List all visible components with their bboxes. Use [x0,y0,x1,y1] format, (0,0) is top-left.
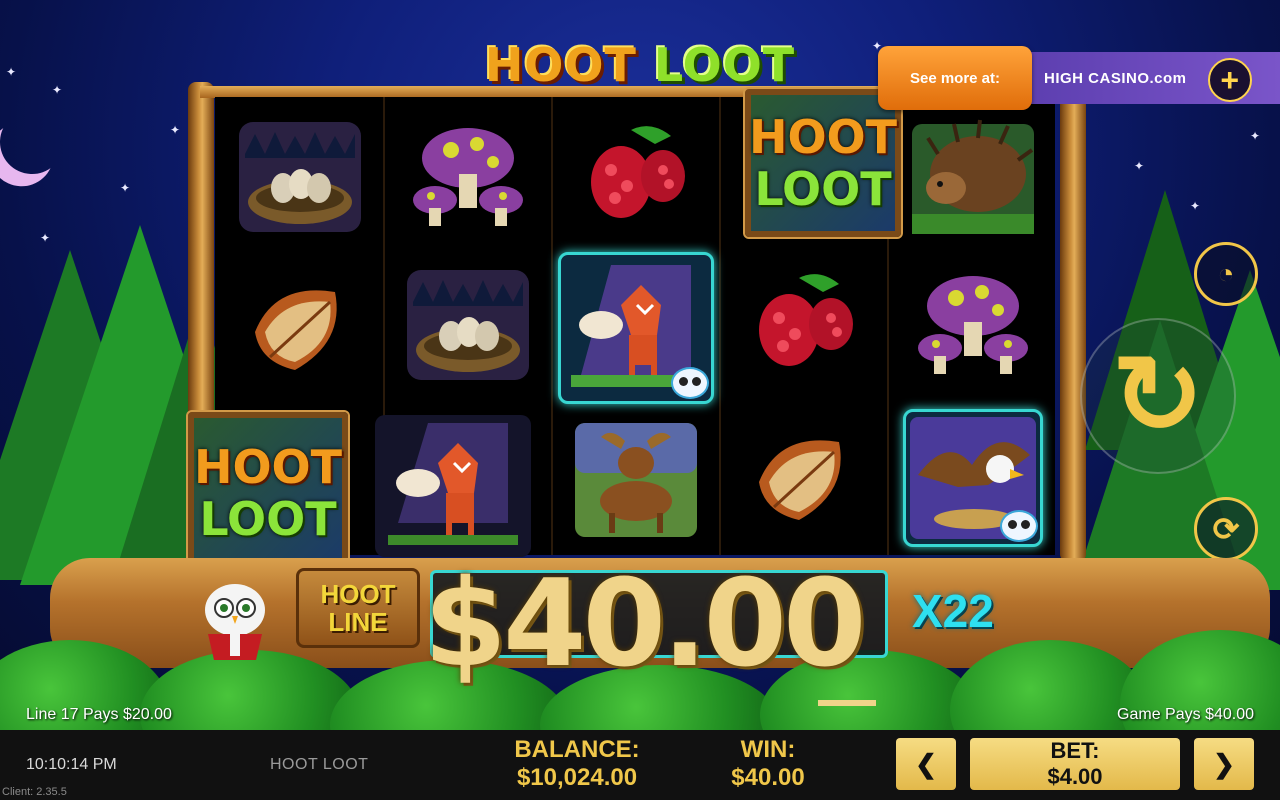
wild-text-loot: LOOT [754,162,892,216]
hoot-line-text-1: HOOT [320,579,396,609]
balance-display: BALANCE: $10,024.00 [500,736,654,792]
balance-value: $10,024.00 [516,764,638,791]
game-logo: HOOT LOOT [480,38,800,92]
bet-display[interactable]: BET: $4.00 [970,738,1180,790]
win-value: $40.00 [731,764,805,791]
logo-hoot: HOOT [484,38,637,92]
star: ✦ [6,65,17,79]
promo-label: See more at: [909,69,1001,87]
bet-increase-button[interactable]: ❯ [1194,738,1254,790]
win-multiplier: X22 [912,585,994,637]
spin-button[interactable]: ↻ [1080,318,1236,474]
clock: 10:10:14 PM [26,756,117,773]
symbol-mushrooms [398,109,538,245]
plus-icon[interactable]: + [1208,58,1252,102]
client-version: Client: 2.35.5 [2,786,67,798]
balance-label: BALANCE: [514,736,640,763]
logo-loot: LOOT [653,38,796,92]
win-display: WIN: $40.00 [714,736,822,792]
reel-divider [719,97,721,555]
symbol-moose [566,412,706,548]
speedometer-icon[interactable]: ◔ [1194,242,1258,306]
owl-mascot-icon [205,584,265,660]
hoot-line-text-2: LINE [328,607,388,637]
star: ✦ [1250,129,1261,143]
promo-banner[interactable]: HIGH CASINO.com + See more at: [878,46,1280,110]
symbol-nest [398,257,538,393]
symbol-fox-highlighted [558,252,714,404]
symbol-nest [230,109,370,245]
game-pays-text: Game Pays $40.00 [1117,706,1254,723]
win-underline [818,700,876,706]
owl-badge-icon [1000,510,1038,542]
star: ✦ [1134,159,1145,173]
bet-label: BET: [1050,738,1100,763]
bet-value: $4.00 [1047,764,1103,789]
frame-post-right [1060,82,1086,562]
star: ✦ [120,181,131,195]
symbol-leaf [734,407,874,543]
symbol-mushrooms [903,257,1043,393]
win-label: WIN: [740,736,796,763]
promo-brand[interactable]: HIGH CASINO.com + [1030,52,1280,104]
bet-decrease-button[interactable]: ❮ [896,738,956,790]
wild-text-loot: LOOT [199,492,337,546]
star: ✦ [52,83,63,97]
symbol-fox [375,415,531,557]
promo-see-more[interactable]: See more at: [878,46,1032,110]
symbol-leaf [230,257,370,393]
symbol-wild-hoot-loot: HOOT LOOT [188,412,348,574]
wild-text-hoot: HOOT [748,110,898,164]
symbol-raspberry [566,109,706,245]
big-win-amount: $40.00 [423,555,866,694]
star: ✦ [170,123,181,137]
moon-icon [0,101,73,183]
reel-divider [551,97,553,555]
symbol-eagle-highlighted [903,409,1043,547]
spin-arrow-icon: ↻ [1111,334,1205,457]
owl-badge-icon [671,367,709,399]
promo-brand-text: HIGH CASINO.com [1044,69,1187,87]
symbol-wild-hoot-loot: HOOT LOOT [745,89,901,237]
game-name: HOOT LOOT [270,756,369,773]
symbol-porcupine [903,109,1043,245]
wild-text-hoot: HOOT [193,440,343,494]
game-scene: ✦ ✦ ✦ ✦ ✦ ✦ ✦ ✦ ✦ HOOT LOOT HOOT LOOT HO… [0,0,1280,730]
line-pays-text: Line 17 Pays $20.00 [26,706,172,723]
autoplay-icon[interactable]: ⟳ [1194,497,1258,561]
symbol-raspberry [734,257,874,393]
hoot-line-sign: HOOT LINE [296,568,420,648]
